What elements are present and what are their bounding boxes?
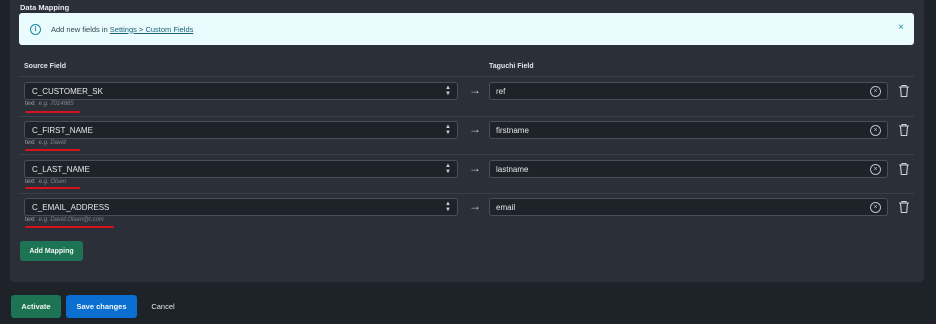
trash-icon[interactable] bbox=[898, 162, 910, 176]
taguchi-field-value: ref bbox=[496, 87, 506, 96]
clear-icon[interactable]: × bbox=[870, 86, 881, 97]
divider bbox=[19, 116, 914, 117]
clear-icon[interactable]: × bbox=[870, 125, 881, 136]
divider bbox=[19, 193, 914, 194]
source-field-value: C_LAST_NAME bbox=[32, 165, 90, 174]
close-icon[interactable]: × bbox=[898, 23, 904, 33]
save-changes-button[interactable]: Save changes bbox=[66, 295, 137, 318]
source-field-value: C_FIRST_NAME bbox=[32, 126, 93, 135]
source-field-header: Source Field bbox=[24, 63, 67, 70]
field-type: text bbox=[25, 217, 35, 223]
divider bbox=[19, 76, 914, 77]
source-field-select[interactable]: C_LAST_NAME ▲ ▼ bbox=[24, 160, 458, 178]
source-field-value: C_EMAIL_ADDRESS bbox=[32, 203, 110, 212]
field-type: text bbox=[25, 101, 35, 107]
taguchi-field-value: lastname bbox=[496, 165, 529, 174]
source-field-select[interactable]: C_FIRST_NAME ▲ ▼ bbox=[24, 121, 458, 139]
field-example: e.g. David.Olsen@t.com bbox=[38, 217, 104, 223]
select-caret-icon: ▲ ▼ bbox=[445, 124, 451, 136]
trash-icon[interactable] bbox=[898, 84, 910, 98]
field-hint: text e.g. 7014865 bbox=[25, 101, 74, 107]
field-hint: text e.g. Olsen bbox=[25, 179, 66, 185]
add-mapping-button[interactable]: Add Mapping bbox=[20, 241, 83, 261]
clear-icon[interactable]: × bbox=[870, 202, 881, 213]
banner-message: Add new fields in Settings > Custom Fiel… bbox=[51, 25, 193, 34]
trash-icon[interactable] bbox=[898, 123, 910, 137]
info-icon: i bbox=[30, 23, 41, 35]
banner-text: Add new fields in bbox=[51, 24, 110, 34]
source-field-value: C_CUSTOMER_SK bbox=[32, 87, 103, 96]
taguchi-field-header: Taguchi Field bbox=[489, 63, 534, 70]
select-caret-icon: ▲ ▼ bbox=[445, 85, 451, 97]
taguchi-field-input[interactable]: ref × bbox=[489, 82, 888, 100]
arrow-right-icon: → bbox=[469, 122, 481, 136]
annotation-underline bbox=[25, 111, 80, 113]
field-example: e.g. David bbox=[38, 140, 66, 146]
arrow-right-icon: → bbox=[469, 83, 481, 97]
source-field-select[interactable]: C_EMAIL_ADDRESS ▲ ▼ bbox=[24, 198, 458, 216]
source-field-select[interactable]: C_CUSTOMER_SK ▲ ▼ bbox=[24, 82, 458, 100]
field-example: e.g. Olsen bbox=[38, 179, 67, 185]
annotation-underline bbox=[25, 149, 80, 151]
clear-icon[interactable]: × bbox=[870, 164, 881, 175]
field-hint: text e.g. David.Olsen@t.com bbox=[25, 217, 104, 223]
taguchi-field-value: email bbox=[496, 203, 516, 212]
select-caret-icon: ▲ ▼ bbox=[445, 201, 451, 213]
taguchi-field-input[interactable]: firstname × bbox=[489, 121, 888, 139]
cancel-button[interactable]: Cancel bbox=[143, 295, 183, 318]
taguchi-field-input[interactable]: email × bbox=[489, 198, 888, 216]
info-banner: i Add new fields in Settings > Custom Fi… bbox=[19, 13, 914, 45]
activate-button[interactable]: Activate bbox=[11, 295, 61, 318]
section-title: Data Mapping bbox=[20, 3, 70, 12]
custom-fields-link[interactable]: Settings > Custom Fields bbox=[110, 25, 194, 34]
arrow-right-icon: → bbox=[469, 161, 481, 175]
select-caret-icon: ▲ ▼ bbox=[445, 163, 451, 175]
taguchi-field-value: firstname bbox=[496, 126, 529, 135]
field-hint: text e.g. David bbox=[25, 140, 66, 146]
annotation-underline bbox=[25, 226, 114, 228]
trash-icon[interactable] bbox=[898, 200, 910, 214]
taguchi-field-input[interactable]: lastname × bbox=[489, 160, 888, 178]
divider bbox=[19, 154, 914, 155]
annotation-underline bbox=[25, 187, 80, 189]
field-type: text bbox=[25, 140, 35, 146]
arrow-right-icon: → bbox=[469, 199, 481, 213]
field-type: text bbox=[25, 179, 35, 185]
field-example: e.g. 7014865 bbox=[38, 101, 74, 107]
